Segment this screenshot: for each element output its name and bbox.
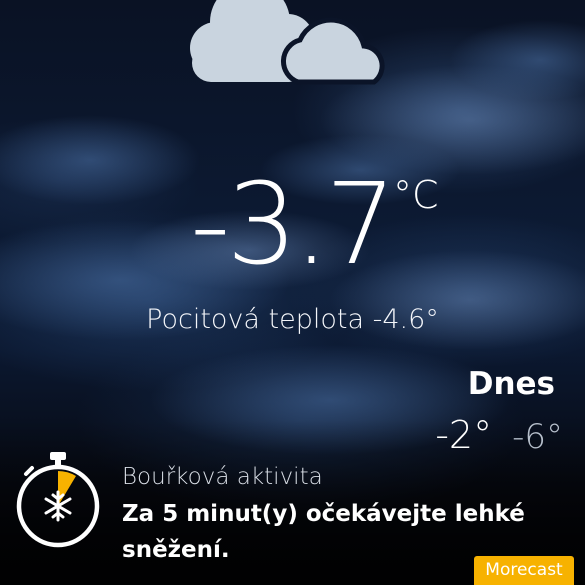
alert-title: Bouřková aktivita — [122, 464, 323, 490]
morecast-badge[interactable]: Morecast — [474, 556, 574, 585]
today-low: -6° — [512, 417, 563, 457]
today-label: Dnes — [467, 366, 555, 402]
current-temperature: -3.7 — [190, 160, 397, 290]
weather-screen: -3.7 °C Pocitová teplota -4.6° Dnes -2° … — [0, 0, 585, 585]
temperature-unit: °C — [393, 173, 439, 217]
cloudy-icon — [190, 0, 385, 85]
feels-like-value: -4.6° — [372, 304, 439, 335]
today-temperatures: -2° -6° — [435, 410, 563, 460]
current-temperature-block: -3.7 °C — [0, 160, 585, 290]
stopwatch-snowflake-icon[interactable] — [14, 452, 102, 550]
feels-like-label: Pocitová teplota — [146, 304, 365, 335]
feels-like-row: Pocitová teplota -4.6° — [0, 300, 585, 340]
today-high: -2° — [435, 413, 493, 457]
